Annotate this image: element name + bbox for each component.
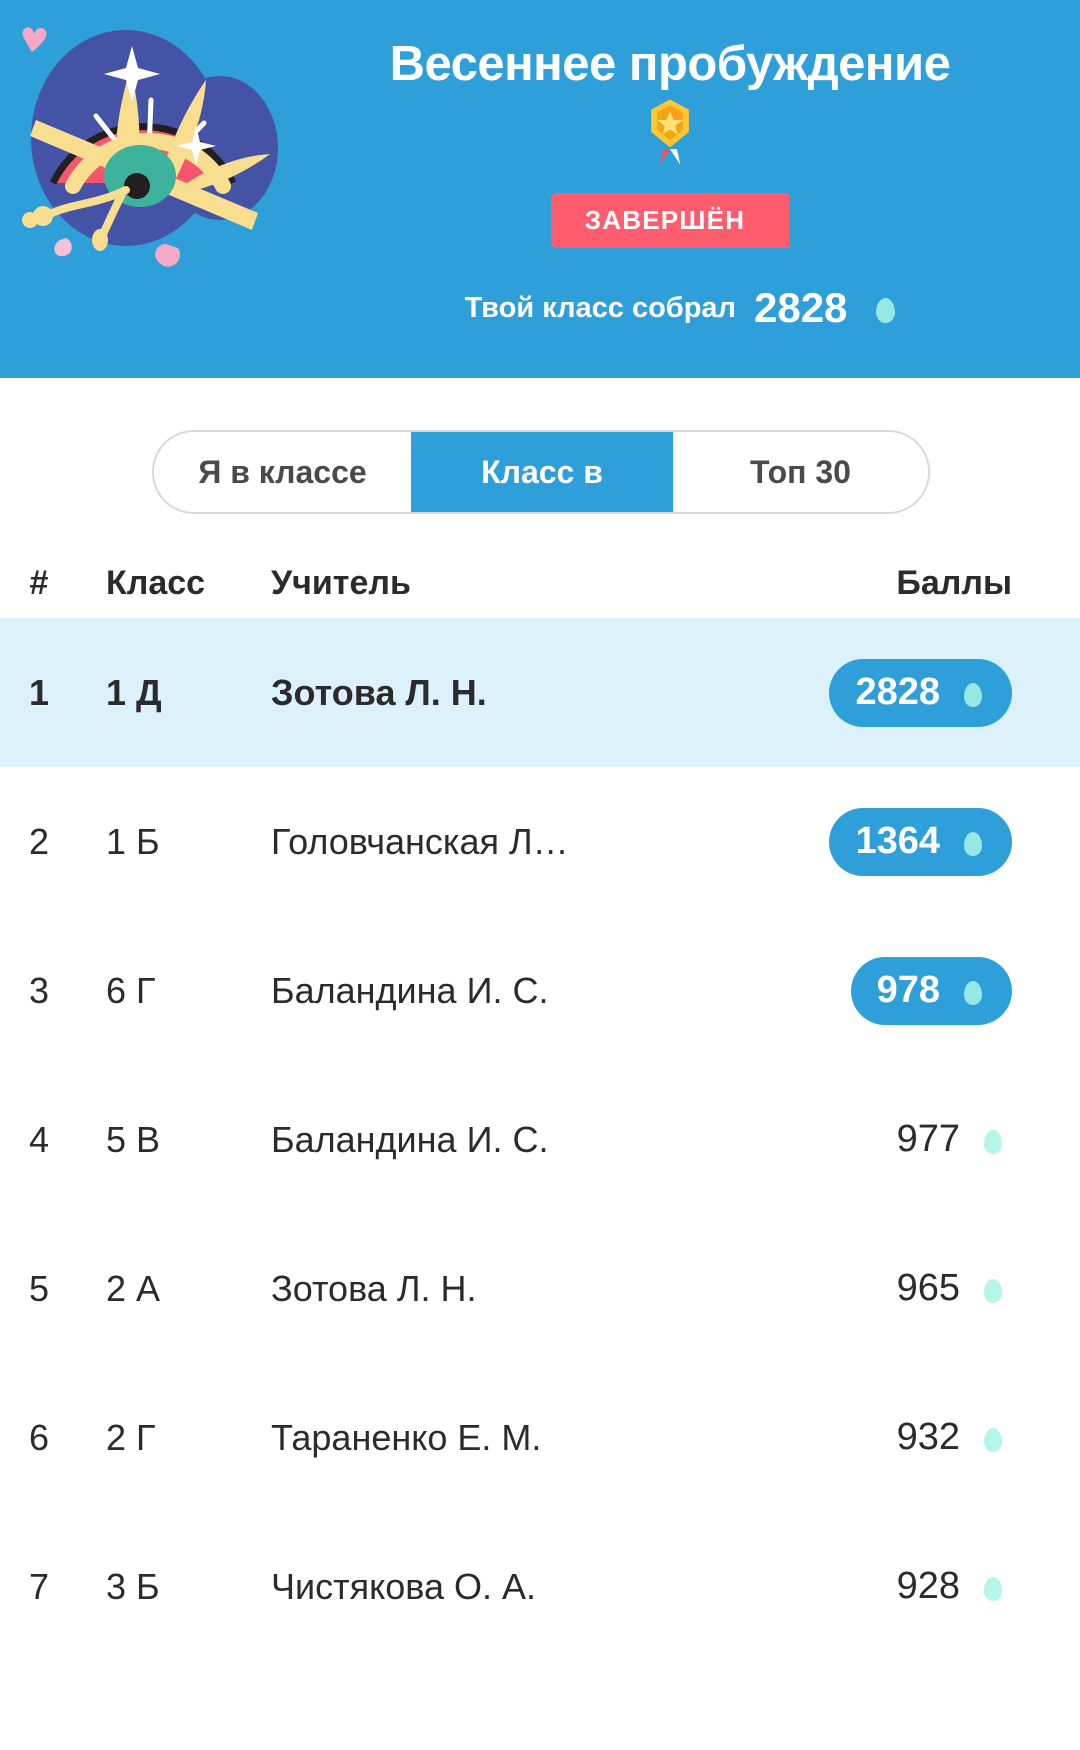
teal-egg-icon (954, 818, 992, 866)
header-rank: # (29, 563, 49, 602)
table-row[interactable]: 3 6 Г Баландина И. С. 978 (0, 916, 1080, 1065)
cell-rank: 6 (28, 1416, 50, 1458)
event-banner: Весеннее пробуждение ЗАВЕРШЁН Твой класс… (0, 0, 1080, 378)
teal-egg-icon (954, 669, 992, 717)
cell-teacher: Баландина И. С. (271, 1118, 549, 1160)
status-badge: ЗАВЕРШЁН (550, 193, 790, 248)
score-pill: 978 (850, 956, 1012, 1025)
gold-medal-icon (644, 96, 696, 173)
score-value: 928 (896, 1565, 960, 1607)
cell-score: 977 (780, 1116, 1080, 1164)
teal-egg-icon (954, 967, 992, 1015)
cell-rank: 1 (28, 671, 50, 713)
teal-egg-icon (974, 1563, 1012, 1611)
teal-egg-icon (974, 1265, 1012, 1313)
cell-score: 978 (780, 956, 1080, 1025)
cell-rank: 3 (28, 969, 50, 1011)
table-row[interactable]: 4 5 В Баландина И. С. 977 (0, 1065, 1080, 1214)
teal-egg-icon (974, 1414, 1012, 1462)
cell-teacher: Тараненко Е. М. (271, 1416, 542, 1458)
cell-class: 1 Б (106, 820, 160, 862)
score-value: 965 (896, 1267, 960, 1309)
cell-teacher: Баландина И. С. (271, 969, 549, 1011)
cell-class: 6 Г (106, 969, 156, 1011)
cell-class: 5 В (106, 1118, 161, 1160)
score-pill: 1364 (829, 807, 1012, 876)
score-text: 932 (897, 1414, 1012, 1462)
cell-score: 932 (780, 1414, 1080, 1462)
cell-class: 2 Г (106, 1416, 156, 1458)
cell-teacher: Зотова Л. Н. (271, 671, 487, 713)
table-row[interactable]: 7 3 Б Чистякова О. А. 928 (0, 1512, 1080, 1661)
cell-score: 965 (780, 1265, 1080, 1313)
score-value: 932 (896, 1416, 960, 1458)
header-teacher: Учитель (271, 563, 411, 602)
table-row[interactable]: 1 1 Д Зотова Л. Н. 2828 (0, 618, 1080, 767)
tab-class-in[interactable]: Класс в (411, 432, 673, 512)
table-header-row: # Класс Учитель Баллы (0, 548, 1080, 618)
score-value: 1364 (855, 820, 940, 862)
leaderboard-tabs: Я в классе Класс в Топ 30 (152, 430, 930, 514)
table-row[interactable]: 2 1 Б Головчанская Л… 1364 (0, 767, 1080, 916)
score-pill: 2828 (829, 658, 1012, 727)
cell-class: 2 А (106, 1267, 161, 1309)
leaderboard-tabs-area: Я в классе Класс в Топ 30 (0, 378, 1080, 548)
score-text: 928 (897, 1563, 1012, 1611)
cell-rank: 2 (28, 820, 50, 862)
cell-class: 1 Д (106, 671, 162, 713)
cell-score: 1364 (780, 807, 1080, 876)
leaderboard-table: # Класс Учитель Баллы 1 1 Д Зотова Л. Н. 28… (0, 548, 1080, 1661)
tab-me-in-class[interactable]: Я в классе (154, 432, 411, 512)
event-title: Весеннее пробуждение (389, 37, 951, 91)
cell-rank: 4 (28, 1118, 50, 1160)
cell-teacher: Головчанская Л… (271, 820, 569, 862)
collected-value: 2828 (753, 284, 848, 331)
cell-rank: 5 (28, 1267, 50, 1309)
score-value: 977 (896, 1118, 960, 1160)
teal-egg-icon (865, 283, 905, 333)
cell-rank: 7 (28, 1565, 50, 1607)
header-score: Баллы (896, 563, 1012, 602)
score-value: 2828 (855, 671, 940, 713)
cell-score: 928 (780, 1563, 1080, 1611)
table-row[interactable]: 6 2 Г Тараненко Е. М. 932 (0, 1363, 1080, 1512)
score-text: 977 (897, 1116, 1012, 1164)
cell-score: 2828 (780, 658, 1080, 727)
spring-fan-illustration (8, 8, 288, 276)
header-class: Класс (106, 563, 206, 602)
tab-top-30[interactable]: Топ 30 (673, 432, 928, 512)
table-row[interactable]: 5 2 А Зотова Л. Н. 965 (0, 1214, 1080, 1363)
cell-teacher: Зотова Л. Н. (271, 1267, 477, 1309)
teal-egg-icon (974, 1116, 1012, 1164)
cell-class: 3 Б (106, 1565, 160, 1607)
table-body: 1 1 Д Зотова Л. Н. 2828 2 1 Б Головчанская Л… 1… (0, 618, 1080, 1661)
cell-teacher: Чистякова О. А. (271, 1565, 537, 1607)
score-text: 965 (897, 1265, 1012, 1313)
collected-label: Твой класс собрал (464, 291, 736, 324)
score-value: 978 (876, 969, 940, 1011)
